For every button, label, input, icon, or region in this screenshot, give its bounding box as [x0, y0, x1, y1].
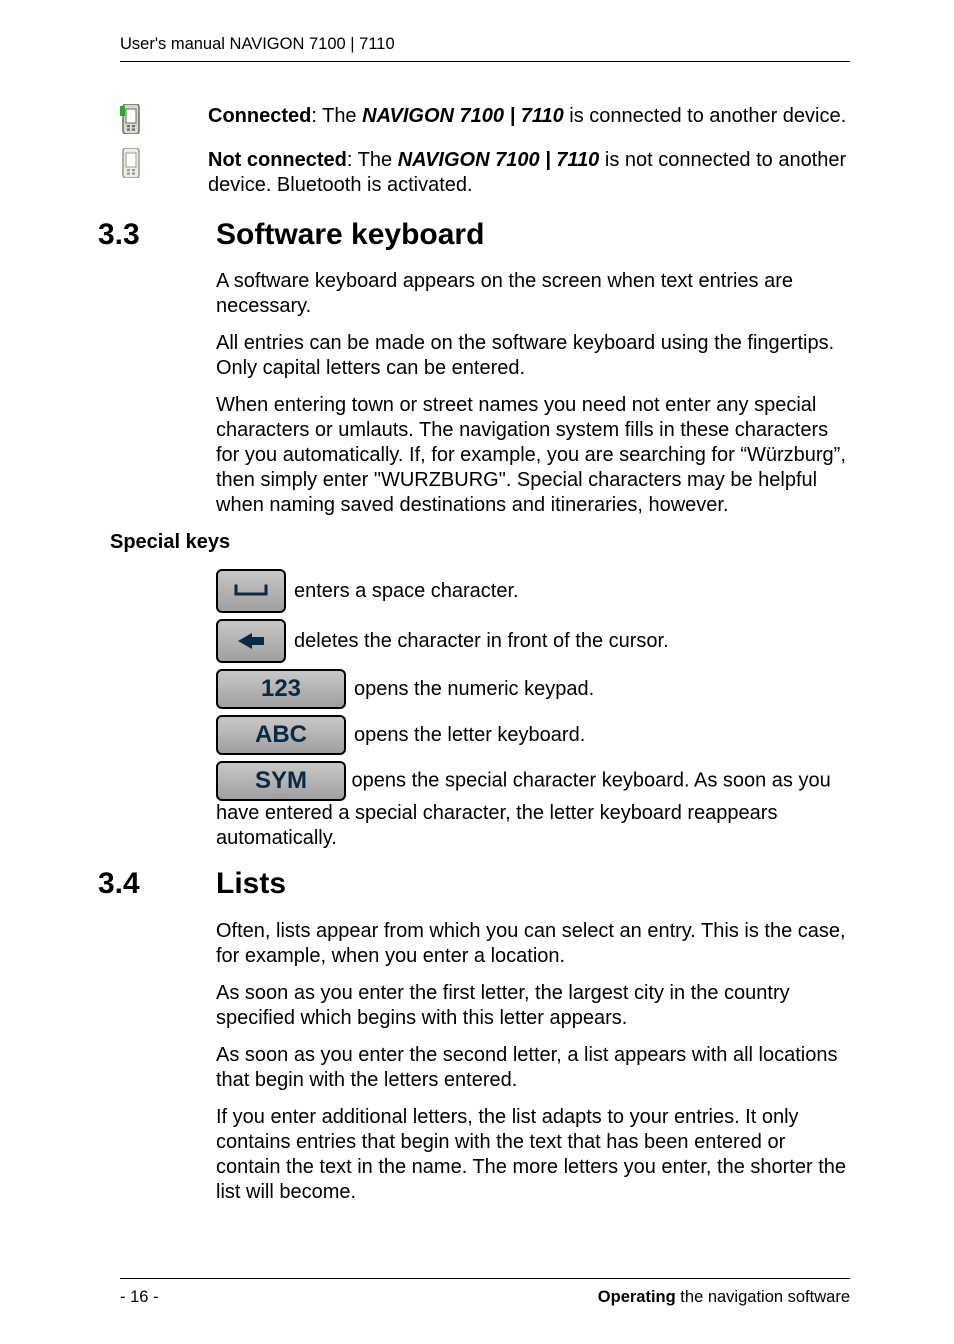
connected-text: Connected: The NAVIGON 7100 | 7110 is co… — [184, 104, 850, 129]
s33-p3: When entering town or street names you n… — [216, 393, 850, 518]
not-connected-sep: : The — [347, 149, 398, 171]
letters-key-icon: ABC — [216, 715, 346, 755]
page: User's manual NAVIGON 7100 | 7110 Connec… — [0, 0, 954, 1344]
connected-sep: : The — [311, 105, 362, 127]
header-rule — [120, 61, 850, 62]
section-3-4-body: Often, lists appear from which you can s… — [216, 919, 850, 1205]
section-3-4-number: 3.4 — [98, 865, 216, 903]
not-connected-text: Not connected: The NAVIGON 7100 | 7110 i… — [184, 148, 850, 198]
key-numeric-desc: opens the numeric keypad. — [354, 677, 594, 702]
s34-p4: If you enter additional letters, the lis… — [216, 1105, 850, 1205]
footer-right: Operating the navigation software — [598, 1287, 850, 1308]
key-backspace-line: deletes the character in front of the cu… — [216, 619, 850, 663]
not-connected-label: Not connected — [208, 149, 347, 171]
symbols-key-icon: SYM — [216, 761, 346, 801]
s33-p2: All entries can be made on the software … — [216, 331, 850, 381]
s34-p3: As soon as you enter the second letter, … — [216, 1043, 850, 1093]
key-numeric-line: 123 opens the numeric keypad. — [216, 669, 850, 709]
footer-right-bold: Operating — [598, 1288, 676, 1306]
section-3-4-title: Lists — [216, 865, 286, 903]
footer-rule — [120, 1278, 850, 1279]
status-not-connected-row: Not connected: The NAVIGON 7100 | 7110 i… — [120, 148, 850, 198]
connected-rest: is connected to another device. — [564, 105, 846, 127]
space-key-icon — [216, 569, 286, 613]
section-3-3-body: A software keyboard appears on the scree… — [216, 269, 850, 518]
key-letters-line: ABC opens the letter keyboard. — [216, 715, 850, 755]
key-space-line: enters a space character. — [216, 569, 850, 613]
connected-product: NAVIGON 7100 | 7110 — [362, 105, 564, 127]
footer-page-number: - 16 - — [120, 1287, 159, 1308]
connected-icon — [120, 104, 184, 134]
not-connected-icon — [120, 148, 184, 178]
backspace-key-icon — [216, 619, 286, 663]
special-keys-block: enters a space character. deletes the ch… — [216, 569, 850, 851]
key-space-desc: enters a space character. — [294, 579, 519, 604]
key-letters-desc: opens the letter keyboard. — [354, 723, 585, 748]
numeric-key-icon: 123 — [216, 669, 346, 709]
section-3-3-heading: 3.3 Software keyboard — [120, 216, 850, 254]
not-connected-product: NAVIGON 7100 | 7110 — [398, 149, 600, 171]
s34-p1: Often, lists appear from which you can s… — [216, 919, 850, 969]
s33-p1: A software keyboard appears on the scree… — [216, 269, 850, 319]
key-backspace-desc: deletes the character in front of the cu… — [294, 629, 669, 654]
key-symbols-block: SYM opens the special character keyboard… — [216, 761, 850, 851]
footer-right-rest: the navigation software — [676, 1288, 850, 1306]
footer: - 16 - Operating the navigation software — [120, 1278, 850, 1308]
header-text: User's manual NAVIGON 7100 | 7110 — [120, 34, 850, 61]
s34-p2: As soon as you enter the first letter, t… — [216, 981, 850, 1031]
section-3-4-heading: 3.4 Lists — [120, 865, 850, 903]
status-connected-row: Connected: The NAVIGON 7100 | 7110 is co… — [120, 104, 850, 134]
special-keys-heading: Special keys — [110, 530, 850, 555]
section-3-3-number: 3.3 — [98, 216, 216, 254]
connected-label: Connected — [208, 105, 311, 127]
section-3-3-title: Software keyboard — [216, 216, 484, 254]
